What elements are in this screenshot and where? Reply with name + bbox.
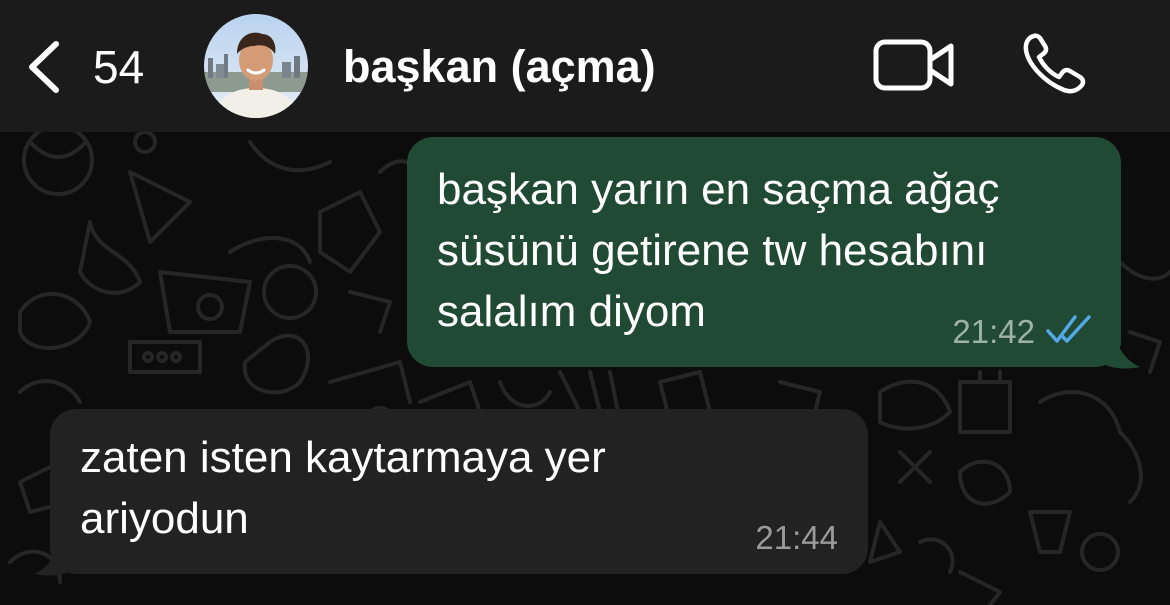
contact-name[interactable]: başkan (açma) bbox=[343, 36, 656, 98]
avatar[interactable] bbox=[204, 14, 308, 118]
message-line: süsünü getirene tw hesabını bbox=[437, 226, 988, 275]
unread-count[interactable]: 54 bbox=[93, 36, 144, 98]
bubble-tail-outgoing bbox=[1092, 327, 1140, 369]
message-time: 21:42 bbox=[952, 313, 1035, 350]
double-check-icon bbox=[1046, 315, 1091, 343]
chat-header: 54 başkan (açma) bbox=[0, 0, 1170, 132]
contact-photo-icon bbox=[204, 14, 308, 118]
message-bubble-incoming[interactable]: zaten isten kaytarmaya yer ariyodun 21:4… bbox=[50, 409, 868, 574]
chat-screen: 54 başkan (açma) başkan yarın en saçma a… bbox=[0, 0, 1170, 605]
message-line: ariyodun bbox=[80, 494, 249, 543]
message-bubble-outgoing[interactable]: başkan yarın en saçma ağaç süsünü getire… bbox=[407, 137, 1121, 367]
message-line: başkan yarın en saçma ağaç bbox=[437, 165, 1000, 214]
video-camera-icon[interactable] bbox=[872, 36, 956, 94]
message-line: zaten isten kaytarmaya yer bbox=[80, 433, 606, 482]
message-time: 21:44 bbox=[755, 519, 838, 556]
bubble-tail-incoming bbox=[34, 534, 82, 576]
message-list[interactable]: başkan yarın en saçma ağaç süsünü getire… bbox=[0, 132, 1170, 605]
chevron-left-icon[interactable] bbox=[22, 38, 70, 96]
message-text: zaten isten kaytarmaya yer ariyodun bbox=[80, 427, 840, 549]
phone-icon[interactable] bbox=[1020, 30, 1090, 96]
